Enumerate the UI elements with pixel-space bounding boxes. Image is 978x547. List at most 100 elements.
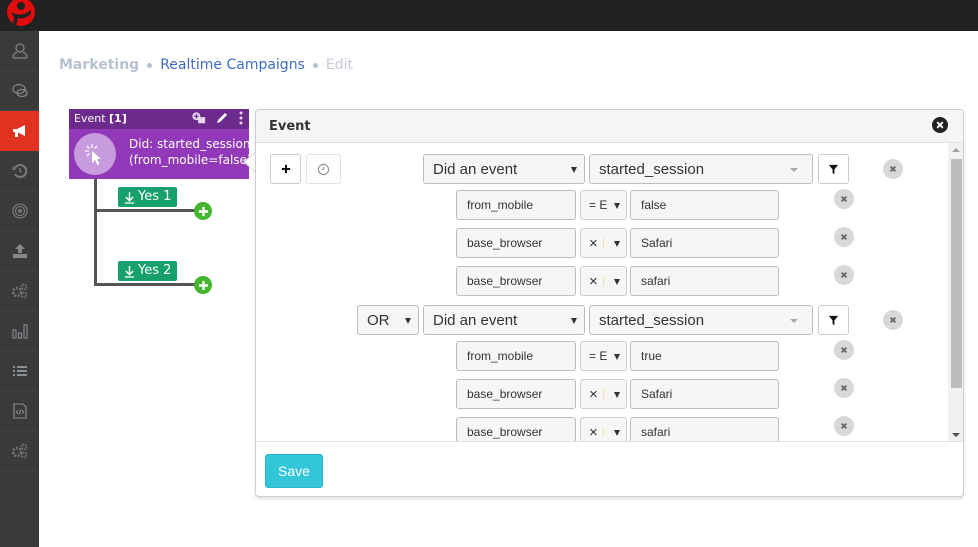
close-panel-button[interactable] <box>932 117 948 133</box>
chevron-down-icon <box>614 279 620 285</box>
add-condition-button[interactable] <box>270 154 301 184</box>
breadcrumb-marketing[interactable]: Marketing <box>59 57 139 73</box>
property-field[interactable]: from_mobile <box>456 341 576 371</box>
sidebar-item-users[interactable] <box>0 31 39 71</box>
operator-select[interactable]: × <box>580 417 627 441</box>
sidebar-item-automation[interactable] <box>0 271 39 311</box>
sidebar-item-marketing[interactable] <box>0 111 39 151</box>
operator-value: × <box>589 385 598 403</box>
sidebar-item-lists[interactable] <box>0 351 39 391</box>
flow-connector-branch-2 <box>94 283 202 286</box>
add-node-icon[interactable] <box>192 111 206 125</box>
panel-pointer <box>243 152 255 172</box>
filter-icon <box>828 164 839 174</box>
chevron-down-icon <box>614 430 620 436</box>
scroll-up-arrow-icon[interactable] <box>952 148 960 152</box>
sidebar <box>0 31 39 547</box>
gears-icon <box>11 283 27 298</box>
save-button[interactable]: Save <box>265 454 323 488</box>
remove-filter-button[interactable] <box>834 340 854 360</box>
event-node-description: Did: started_session (from_mobile=false) <box>129 136 252 168</box>
chevron-down-icon <box>614 354 620 360</box>
event-node-count: [1] <box>109 112 127 125</box>
plus-icon <box>281 164 290 174</box>
operator-select[interactable]: = E <box>580 190 627 220</box>
property-field[interactable]: from_mobile <box>456 190 576 220</box>
remove-icon <box>840 195 848 203</box>
property-field[interactable]: base_browser <box>456 266 576 296</box>
target-icon <box>11 202 28 219</box>
sidebar-item-messages[interactable] <box>0 71 39 111</box>
property-value: from_mobile <box>467 198 534 212</box>
operator-select[interactable]: = E <box>580 341 627 371</box>
connector-select[interactable]: OR <box>357 305 419 335</box>
remove-filter-button[interactable] <box>834 416 854 436</box>
sidebar-item-settings[interactable] <box>0 431 39 471</box>
remove-condition-button[interactable] <box>883 159 903 179</box>
event-node-line2: (from_mobile=false) <box>129 153 252 167</box>
value-field[interactable]: safari <box>630 417 779 441</box>
remove-condition-button[interactable] <box>883 310 903 330</box>
edit-icon[interactable] <box>215 111 229 125</box>
event-select-value: started_session <box>599 311 705 329</box>
remove-icon <box>840 233 848 241</box>
sidebar-item-analytics[interactable] <box>0 311 39 351</box>
property-field[interactable]: base_browser <box>456 379 576 409</box>
scroll-down-arrow-icon[interactable] <box>952 433 960 437</box>
event-select[interactable]: started_session <box>589 305 813 335</box>
more-options-icon[interactable] <box>238 111 244 125</box>
property-field[interactable]: base_browser <box>456 417 576 441</box>
remove-filter-button[interactable] <box>834 265 854 285</box>
value-text: Safari <box>641 387 673 401</box>
event-node[interactable]: Event [1] Did: started_session (from_mob… <box>69 109 252 179</box>
remove-filter-button[interactable] <box>834 189 854 209</box>
top-bar <box>0 0 978 31</box>
add-step-button-2[interactable] <box>194 276 212 294</box>
flow-connector-branch-1 <box>94 209 202 212</box>
chat-icon <box>11 83 28 97</box>
time-window-button[interactable] <box>306 154 341 184</box>
operator-select[interactable]: × <box>580 228 627 258</box>
value-field[interactable]: Safari <box>630 228 779 258</box>
operator-select[interactable]: × <box>580 379 627 409</box>
remove-icon <box>889 316 897 324</box>
value-field[interactable]: true <box>630 341 779 371</box>
sidebar-item-templates[interactable] <box>0 391 39 431</box>
breadcrumb-current: Edit <box>325 57 353 73</box>
value-field[interactable]: false <box>630 190 779 220</box>
sidebar-item-targeting[interactable] <box>0 191 39 231</box>
breadcrumb-separator <box>147 62 153 68</box>
property-field[interactable]: base_browser <box>456 228 576 258</box>
breadcrumb-realtime-campaigns[interactable]: Realtime Campaigns <box>160 57 305 73</box>
condition-select[interactable]: Did an event <box>423 154 585 184</box>
remove-filter-button[interactable] <box>834 227 854 247</box>
condition-select-value: Did an event <box>433 160 518 178</box>
download-arrow-icon <box>124 191 135 204</box>
property-value: from_mobile <box>467 349 534 363</box>
scrollbar-thumb[interactable] <box>951 159 962 388</box>
connector-select-value: OR <box>367 311 390 329</box>
branch-yes-2[interactable]: Yes 2 <box>118 261 178 281</box>
sidebar-item-history[interactable] <box>0 151 39 191</box>
app-logo[interactable] <box>4 0 38 28</box>
operator-value: × <box>589 234 598 252</box>
remove-filter-button[interactable] <box>834 378 854 398</box>
sidebar-item-upload[interactable] <box>0 231 39 271</box>
value-field[interactable]: Safari <box>630 379 779 409</box>
condition-select[interactable]: Did an event <box>423 305 585 335</box>
value-field[interactable]: safari <box>630 266 779 296</box>
panel-scrollbar[interactable] <box>948 143 963 441</box>
filter-button[interactable] <box>818 154 849 184</box>
filter-button[interactable] <box>818 305 849 335</box>
add-step-button-1[interactable] <box>194 202 212 220</box>
property-value: base_browser <box>467 387 543 401</box>
remove-icon <box>840 422 848 430</box>
event-select[interactable]: started_session <box>589 154 813 184</box>
clock-icon <box>317 163 330 175</box>
branch-yes-1[interactable]: Yes 1 <box>118 187 178 207</box>
event-node-header: Event [1] <box>69 109 249 129</box>
value-text: safari <box>641 274 671 288</box>
user-icon <box>11 42 28 59</box>
operator-select[interactable]: × <box>580 266 627 296</box>
panel-header: Event <box>256 110 963 143</box>
